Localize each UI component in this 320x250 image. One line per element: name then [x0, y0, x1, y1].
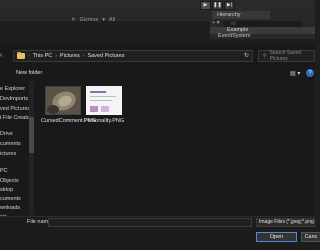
cancel-button[interactable]: Canc [301, 232, 320, 242]
add-icon[interactable]: + ▾ [212, 20, 220, 27]
refresh-icon[interactable]: ↻ [241, 51, 252, 61]
nav-item[interactable]: DevImports [0, 96, 28, 102]
step-icon[interactable]: ▶| [224, 1, 235, 10]
file-item[interactable]: CursedComment.PNG [41, 86, 97, 125]
nav-item[interactable]: Objects [0, 178, 19, 184]
up-arrow-icon[interactable]: ‹ [0, 52, 2, 59]
open-button[interactable]: Open [256, 232, 297, 242]
open-file-dialog: ‹ › This PC › Pictures › Saved Pictures … [0, 43, 320, 250]
address-bar[interactable]: › This PC › Pictures › Saved Pictures [13, 50, 253, 62]
view-options-icon[interactable]: ▤ ▾ [290, 70, 300, 77]
unity-toolbar [0, 0, 315, 11]
search-input[interactable]: ⚲ Search Saved Pictures [258, 50, 315, 62]
pause-icon[interactable]: ❚❚ [212, 1, 223, 10]
chevron-right-icon: › [55, 53, 57, 59]
gizmos-label: Gizmos [79, 17, 99, 23]
play-controls: ▶ ❚❚ ▶| [200, 1, 235, 10]
image-thumbnail [45, 86, 81, 115]
help-icon[interactable]: ? [306, 69, 314, 77]
file-name: CursedComment.PNG [41, 118, 97, 124]
gizmos-menu[interactable]: ✕ Gizmos ▾ All [71, 17, 115, 23]
nav-item[interactable]: cuments [0, 141, 21, 147]
hierarchy-tab[interactable]: Hierarchy [212, 11, 270, 19]
breadcrumb-this-pc[interactable]: This PC [33, 53, 53, 59]
nav-item[interactable]: t File Creator [0, 115, 32, 121]
search-icon: ⚲ [263, 53, 267, 59]
all-filter[interactable]: All [109, 17, 115, 23]
dialog-footer: File name: Image Files (*.jpeg;*.png;*. … [0, 216, 320, 250]
nav-item[interactable]: ictures [0, 151, 16, 157]
chevron-right-icon: › [28, 53, 30, 59]
breadcrumb-pictures[interactable]: Pictures [60, 53, 80, 59]
nav-item[interactable]: cuments [0, 196, 21, 202]
event-system-item[interactable]: EventSystem [218, 33, 250, 39]
folder-icon [17, 52, 25, 59]
nav-item[interactable]: PC [0, 168, 8, 174]
play-icon[interactable]: ▶ [200, 1, 211, 10]
nav-item[interactable]: wnloads [0, 205, 20, 211]
gizmos-icon: ✕ [71, 17, 76, 23]
nav-item[interactable]: sktop [0, 187, 13, 193]
nav-item[interactable]: Drive [0, 131, 13, 137]
nav-item[interactable]: e Explorer [0, 86, 25, 92]
file-list: CursedComment.PNG Personality.PNG [35, 80, 315, 216]
nav-scroll-thumb[interactable] [29, 117, 34, 153]
dialog-toolbar: New folder ▤ ▾ ? [0, 67, 315, 80]
image-thumbnail [86, 86, 122, 115]
new-folder-button[interactable]: New folder [16, 70, 42, 76]
file-name-input[interactable] [48, 218, 252, 227]
address-row: ‹ › This PC › Pictures › Saved Pictures … [0, 49, 315, 63]
file-item[interactable]: Personality.PNG [82, 86, 126, 125]
search-placeholder: Search Saved Pictures [269, 50, 302, 62]
chevron-right-icon: › [82, 53, 85, 59]
file-name: Personality.PNG [83, 118, 125, 124]
nav-item[interactable]: ved Pictures [0, 106, 30, 112]
hierarchy-search: + ▾ All [212, 20, 303, 27]
breadcrumb-saved-pictures[interactable]: Saved Pictures [87, 53, 124, 59]
chevron-down-icon: ▾ [102, 17, 106, 23]
file-type-select[interactable]: Image Files (*.jpeg;*.png;*. [256, 218, 315, 227]
